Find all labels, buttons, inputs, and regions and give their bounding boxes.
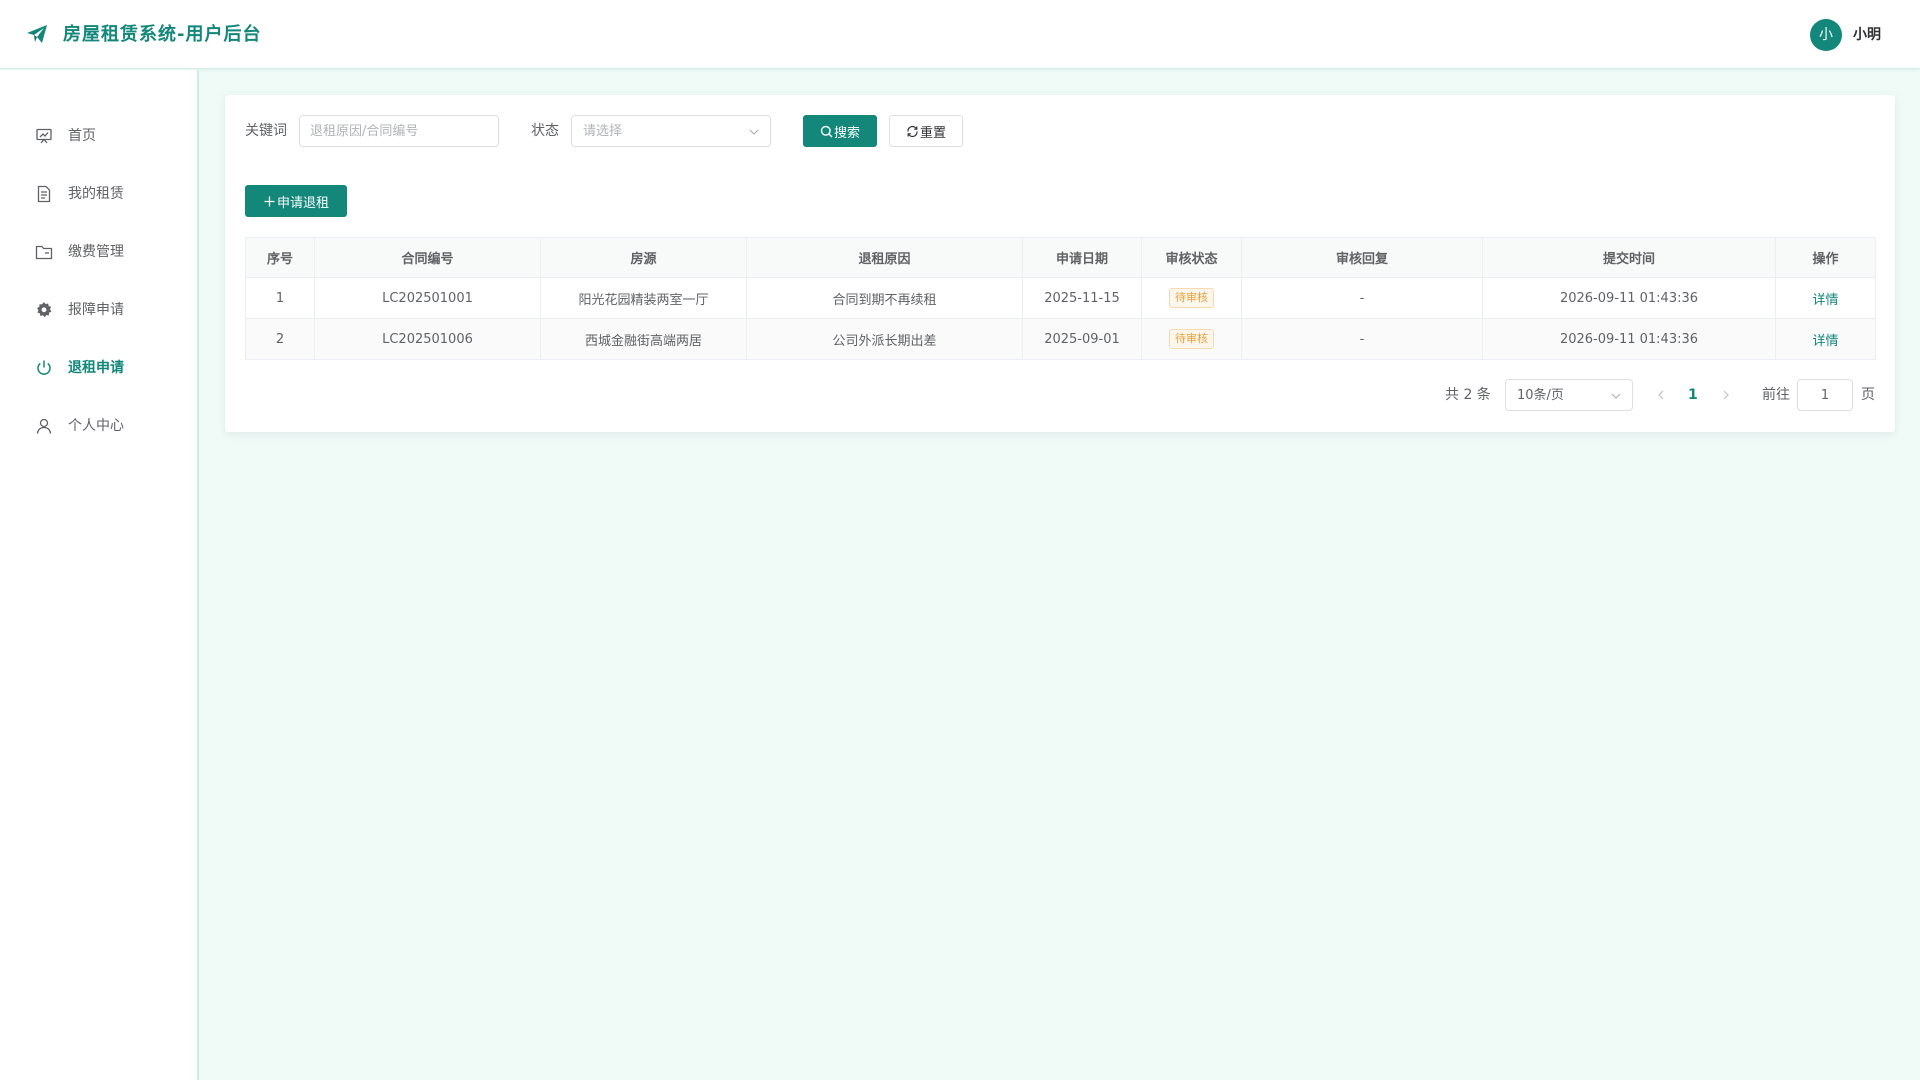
column-header: 审核回复 (1241, 237, 1483, 278)
column-header: 合同编号 (314, 237, 541, 278)
table-row: 2 LC202501006 西城金融街高端两居 公司外派长期出差 2025-09… (245, 318, 1876, 360)
avatar[interactable]: 小 (1810, 19, 1842, 51)
cell-submit-time: 2026-09-11 01:43:36 (1482, 318, 1776, 360)
cell-action: 详情 (1775, 318, 1876, 360)
column-header: 房源 (540, 237, 747, 278)
plus-icon (264, 196, 275, 206)
cell-index: 1 (245, 277, 315, 319)
sidebar-item-label: 我的租赁 (68, 186, 124, 202)
folder-icon (35, 245, 53, 260)
page-number-current[interactable]: 1 (1688, 385, 1698, 405)
detail-link[interactable]: 详情 (1812, 293, 1838, 308)
column-header: 申请日期 (1022, 237, 1142, 278)
sidebar-item-my-lease[interactable]: 我的租赁 (0, 174, 197, 214)
cell-house: 西城金融街高端两居 (540, 318, 747, 360)
table-header-row: 序号 合同编号 房源 退租原因 申请日期 审核状态 审核回复 提交时间 操作 (245, 237, 1876, 278)
cell-contract: LC202501001 (314, 277, 541, 319)
goto-label: 前往 (1762, 387, 1790, 403)
sidebar: 首页 我的租赁 缴费管理 报障申请 退租申请 个人中心 (0, 70, 199, 1080)
column-header: 序号 (245, 237, 315, 278)
status-badge: 待审核 (1169, 329, 1214, 349)
cell-reply: - (1241, 277, 1483, 319)
search-button-label: 搜索 (833, 125, 860, 141)
status-select-placeholder: 请选择 (583, 124, 623, 139)
cell-action: 详情 (1775, 277, 1876, 319)
sidebar-item-profile[interactable]: 个人中心 (0, 406, 197, 446)
chevron-down-icon (749, 129, 759, 135)
cell-reply: - (1241, 318, 1483, 360)
pagination-total: 共 2 条 (1445, 387, 1491, 403)
keyword-search-input[interactable] (299, 115, 499, 147)
chevron-right-icon[interactable] (1720, 387, 1732, 403)
sidebar-item-label: 退租申请 (68, 360, 124, 376)
table-row: 1 LC202501001 阳光花园精装两室一厅 合同到期不再续租 2025-1… (245, 277, 1876, 319)
sidebar-item-repair[interactable]: 报障申请 (0, 290, 197, 330)
cell-apply-date: 2025-09-01 (1022, 318, 1142, 360)
column-header: 操作 (1775, 237, 1876, 278)
column-header: 退租原因 (746, 237, 1023, 278)
apply-checkout-button-label: 申请退租 (276, 195, 329, 211)
chevron-left-icon[interactable] (1655, 387, 1667, 403)
sidebar-item-home[interactable]: 首页 (0, 116, 197, 156)
page-suffix: 页 (1861, 387, 1875, 403)
app-title: 房屋租赁系统-用户后台 (63, 24, 262, 45)
monitor-icon (36, 128, 52, 144)
cell-status: 待审核 (1141, 277, 1242, 319)
cell-reason: 合同到期不再续租 (746, 277, 1023, 319)
checkout-table: 序号 合同编号 房源 退租原因 申请日期 审核状态 审核回复 提交时间 操作 1… (245, 237, 1876, 360)
sidebar-item-label: 报障申请 (68, 302, 124, 318)
power-icon (37, 360, 51, 375)
status-badge: 待审核 (1169, 288, 1214, 308)
column-header: 审核状态 (1141, 237, 1242, 278)
cell-index: 2 (245, 318, 315, 360)
reset-button[interactable]: 重置 (889, 115, 963, 147)
sidebar-item-label: 首页 (68, 128, 96, 144)
cell-status: 待审核 (1141, 318, 1242, 360)
sidebar-item-checkout[interactable]: 退租申请 (0, 348, 197, 388)
username[interactable]: 小明 (1853, 25, 1881, 45)
main-card: 关键词 状态 请选择 搜索 重置 申请退租 (225, 95, 1895, 432)
sidebar-item-label: 个人中心 (68, 418, 124, 434)
sidebar-item-payment[interactable]: 缴费管理 (0, 232, 197, 272)
cell-apply-date: 2025-11-15 (1022, 277, 1142, 319)
cell-contract: LC202501006 (314, 318, 541, 360)
apply-checkout-button[interactable]: 申请退租 (245, 185, 347, 217)
column-header: 提交时间 (1482, 237, 1776, 278)
page-size-select[interactable]: 10条/页 (1505, 379, 1633, 411)
paper-plane-icon (27, 25, 47, 43)
search-button[interactable]: 搜索 (803, 115, 877, 147)
chevron-down-icon (1611, 393, 1621, 399)
search-icon (820, 125, 833, 137)
page-size-value: 10条/页 (1517, 388, 1564, 403)
status-select[interactable]: 请选择 (571, 115, 771, 147)
refresh-icon (907, 125, 918, 137)
cell-house: 阳光花园精装两室一厅 (540, 277, 747, 319)
sidebar-item-label: 缴费管理 (68, 244, 124, 260)
goto-page-input[interactable] (1797, 379, 1853, 411)
reset-button-label: 重置 (919, 125, 946, 141)
cell-submit-time: 2026-09-11 01:43:36 (1482, 277, 1776, 319)
keyword-label: 关键词 (245, 123, 287, 139)
top-header: 房屋租赁系统-用户后台 小 小明 (0, 0, 1920, 69)
user-icon (36, 418, 52, 434)
document-icon (37, 185, 51, 203)
detail-link[interactable]: 详情 (1812, 334, 1838, 349)
gear-icon (37, 302, 52, 318)
status-label: 状态 (531, 123, 559, 139)
cell-reason: 公司外派长期出差 (746, 318, 1023, 360)
